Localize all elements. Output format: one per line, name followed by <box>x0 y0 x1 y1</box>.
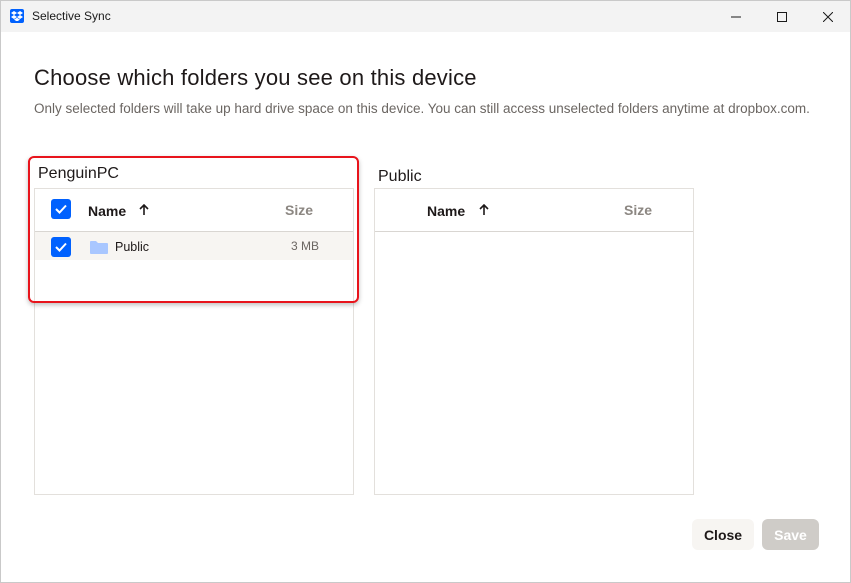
right-pane-label: Public <box>378 168 422 185</box>
maximize-icon <box>777 11 787 22</box>
minimize-button[interactable] <box>713 1 759 32</box>
window-title: Selective Sync <box>32 9 111 23</box>
title-bar: Selective Sync <box>1 1 850 32</box>
left-pane-header: Name Size <box>35 189 353 232</box>
page-heading: Choose which folders you see on this dev… <box>34 65 477 90</box>
folder-row[interactable]: Public 3 MB <box>35 232 353 260</box>
page-description: Only selected folders will take up hard … <box>34 101 810 116</box>
name-column-header[interactable]: Name <box>88 203 126 219</box>
folder-checkbox[interactable] <box>51 237 71 257</box>
folder-size: 3 MB <box>291 239 320 253</box>
size-column-header[interactable]: Size <box>285 202 313 218</box>
checkmark-icon <box>55 204 67 214</box>
right-pane-header: Name Size <box>375 189 693 232</box>
selective-sync-window: Selective Sync Choose which folders you … <box>0 0 851 583</box>
left-folder-pane: Name Size Public 3 MB <box>34 188 354 495</box>
select-all-checkbox[interactable] <box>51 199 71 219</box>
left-pane-label: PenguinPC <box>38 165 119 182</box>
sort-ascending-icon[interactable] <box>139 204 149 216</box>
size-column-header[interactable]: Size <box>624 202 652 218</box>
dropbox-icon <box>10 9 24 23</box>
right-folder-pane: Name Size <box>374 188 694 495</box>
close-icon <box>823 11 833 22</box>
name-column-header[interactable]: Name <box>427 203 465 219</box>
maximize-button[interactable] <box>759 1 805 32</box>
window-close-button[interactable] <box>805 1 851 32</box>
close-button[interactable]: Close <box>692 519 754 550</box>
folder-name: Public <box>115 240 150 254</box>
folder-icon <box>90 241 108 254</box>
sort-ascending-icon[interactable] <box>479 204 489 216</box>
minimize-icon <box>731 16 741 17</box>
checkmark-icon <box>55 242 67 252</box>
save-button[interactable]: Save <box>762 519 819 550</box>
